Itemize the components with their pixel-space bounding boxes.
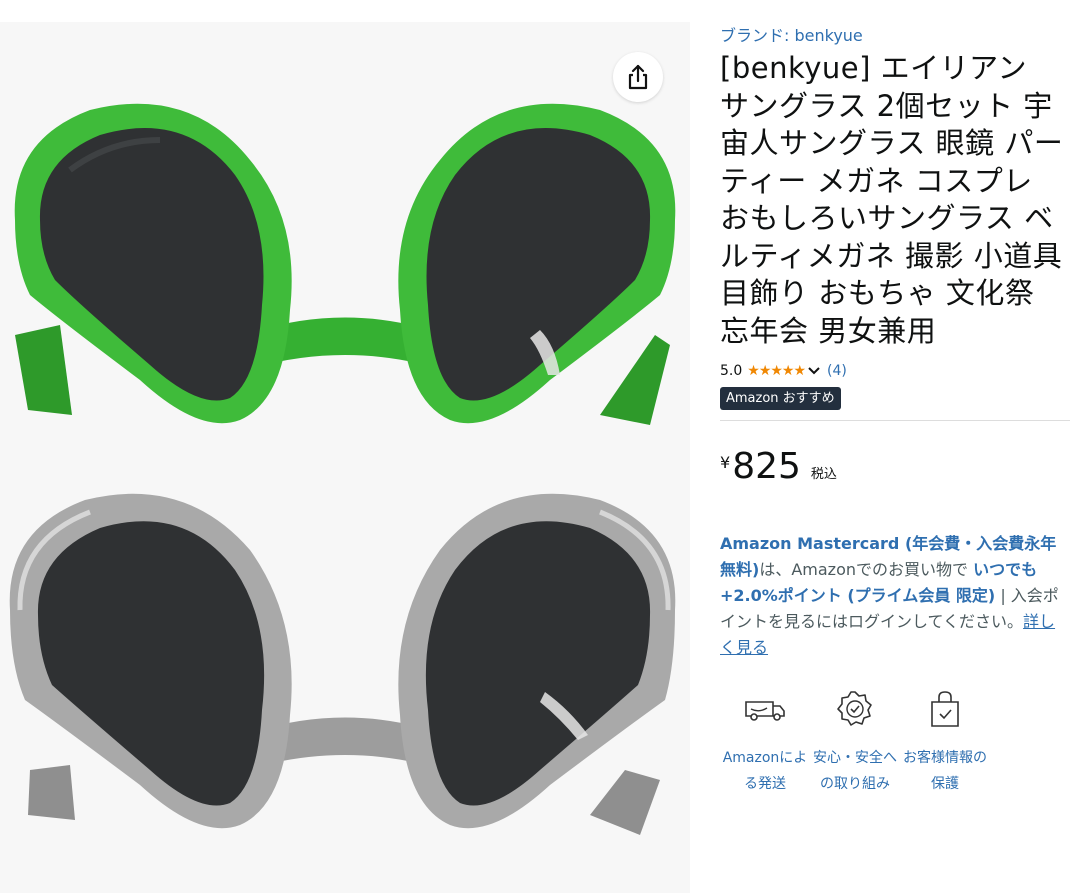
tax-note: 税込 — [810, 467, 837, 482]
chevron-down-icon[interactable] — [807, 366, 821, 376]
mastercard-promo: Amazon Mastercard (年会費・入会費永年無料)は、Amazonで… — [720, 531, 1065, 661]
feature-label: 安心・安全への取り組み — [813, 750, 897, 792]
brand-link[interactable]: ブランド: benkyue — [720, 22, 1070, 46]
feature-safety[interactable]: 安心・安全への取り組み — [810, 689, 900, 797]
amazon-choice-badge: Amazon おすすめ — [720, 387, 841, 410]
price-row: ¥ 825 税込 — [720, 449, 1070, 491]
privacy-bag-icon — [928, 689, 962, 729]
product-title: [benkyue] エイリアン サングラス 2個セット 宇宙人サングラス 眼鏡 … — [720, 51, 1064, 348]
safety-badge-icon — [836, 689, 874, 729]
review-count-link[interactable]: (4) — [827, 363, 847, 379]
feature-icons-row: Amazonによる発送 安心・安全への取り組み お客様情報の保護 — [720, 689, 1070, 797]
price-value: 825 — [732, 446, 801, 487]
feature-amazon-delivery[interactable]: Amazonによる発送 — [720, 689, 810, 797]
feature-label: Amazonによる発送 — [722, 750, 808, 792]
star-rating-icon: ★★★★★ — [747, 363, 806, 379]
rating-row[interactable]: 5.0 ★★★★★ (4) — [720, 360, 1070, 382]
product-image-pane[interactable] — [0, 22, 690, 893]
divider — [720, 420, 1070, 421]
promo-text: は、Amazonでのお買い物で — [759, 560, 974, 579]
delivery-truck-icon — [743, 689, 787, 729]
feature-privacy[interactable]: お客様情報の保護 — [900, 689, 990, 797]
feature-label: お客様情報の保護 — [903, 750, 987, 792]
rating-score: 5.0 — [720, 363, 743, 379]
green-alien-sunglasses-image — [0, 80, 690, 460]
product-info-panel: ブランド: benkyue [benkyue] エイリアン サングラス 2個セッ… — [720, 20, 1070, 797]
currency-symbol: ¥ — [720, 453, 731, 472]
silver-alien-sunglasses-image — [0, 470, 690, 860]
